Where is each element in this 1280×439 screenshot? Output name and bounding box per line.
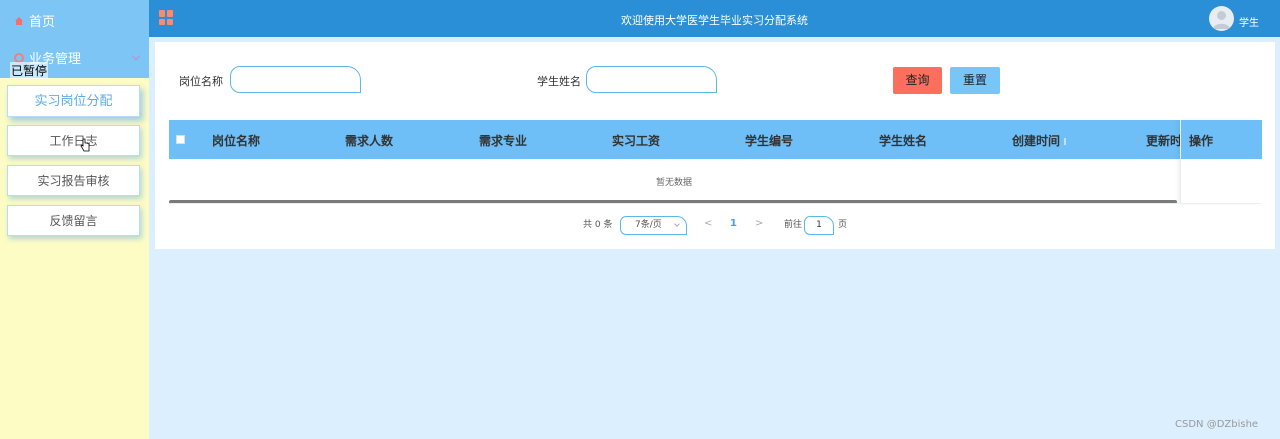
hand-cursor-icon	[80, 138, 90, 152]
table-header: 岗位名称 需求人数 需求专业 实习工资 学生编号 学生姓名 创建时间 更新时	[169, 120, 1261, 159]
next-page-button[interactable]: >	[755, 218, 763, 229]
col-demand-major[interactable]: 需求专业	[479, 132, 527, 149]
operation-header: 操作	[1181, 120, 1262, 159]
position-name-input[interactable]	[230, 66, 361, 93]
col-created-time[interactable]: 创建时间	[1012, 132, 1069, 149]
sidebar-item-home-label: 首页	[29, 15, 56, 30]
select-all-checkbox[interactable]	[176, 135, 185, 144]
sidebar: 首页 业务管理 已暂停 实习岗位分配 工作日志 实习报告审核 反馈留言	[0, 0, 149, 439]
circle-icon	[14, 52, 24, 63]
query-button[interactable]: 查询	[893, 67, 942, 94]
page-size-value: 7条/页	[635, 220, 662, 230]
watermark: CSDN @DZbishe	[1175, 419, 1259, 430]
main-panel: 岗位名称 学生姓名 查询 重置 岗位名称 需求人数 需求专业 实习工资 学生编号…	[155, 42, 1275, 249]
col-student-name[interactable]: 学生姓名	[879, 132, 927, 149]
total-count: 共 0 条	[583, 220, 613, 230]
paused-overlay-label: 已暂停	[10, 62, 49, 79]
user-role-label[interactable]: 学生	[1239, 14, 1259, 29]
goto-label: 前往	[784, 220, 803, 230]
reset-button[interactable]: 重置	[950, 67, 1000, 94]
page-number-current[interactable]: 1	[730, 218, 737, 229]
goto-page-input[interactable]: 1	[804, 216, 834, 235]
sidebar-item-home[interactable]: 首页	[14, 11, 55, 30]
user-avatar-icon[interactable]	[1209, 6, 1234, 31]
app-title: 欢迎使用大学医学生毕业实习分配系统	[621, 14, 808, 27]
empty-text: 暂无数据	[655, 178, 692, 188]
home-icon	[15, 16, 23, 25]
col-position-name[interactable]: 岗位名称	[212, 132, 260, 149]
col-demand-count[interactable]: 需求人数	[345, 132, 393, 149]
col-updated-time[interactable]: 更新时	[1146, 132, 1182, 149]
page-suffix-label: 页	[838, 220, 848, 230]
col-student-id[interactable]: 学生编号	[745, 132, 793, 149]
prev-page-button[interactable]: <	[704, 218, 712, 229]
sidebar-item-feedback[interactable]: 反馈留言	[7, 205, 140, 236]
student-name-label: 学生姓名	[537, 75, 581, 88]
sort-icon[interactable]	[1064, 138, 1069, 145]
chevron-down-icon	[131, 51, 141, 61]
sidebar-item-report-review[interactable]: 实习报告审核	[7, 165, 140, 196]
table-divider	[169, 203, 1261, 204]
col-salary[interactable]: 实习工资	[612, 132, 660, 149]
sidebar-item-work-log[interactable]: 工作日志	[7, 125, 140, 156]
position-name-label: 岗位名称	[179, 75, 223, 88]
col-created-time-label: 创建时间	[1012, 134, 1061, 148]
page-size-select[interactable]: 7条/页	[620, 216, 687, 235]
operation-column: 操作	[1180, 120, 1262, 204]
chevron-down-icon	[674, 221, 680, 227]
student-name-input[interactable]	[586, 66, 717, 93]
top-header: 欢迎使用大学医学生毕业实习分配系统 学生	[149, 0, 1280, 37]
sidebar-item-internship-assignment[interactable]: 实习岗位分配	[7, 85, 140, 117]
operation-header-label: 操作	[1189, 134, 1214, 148]
